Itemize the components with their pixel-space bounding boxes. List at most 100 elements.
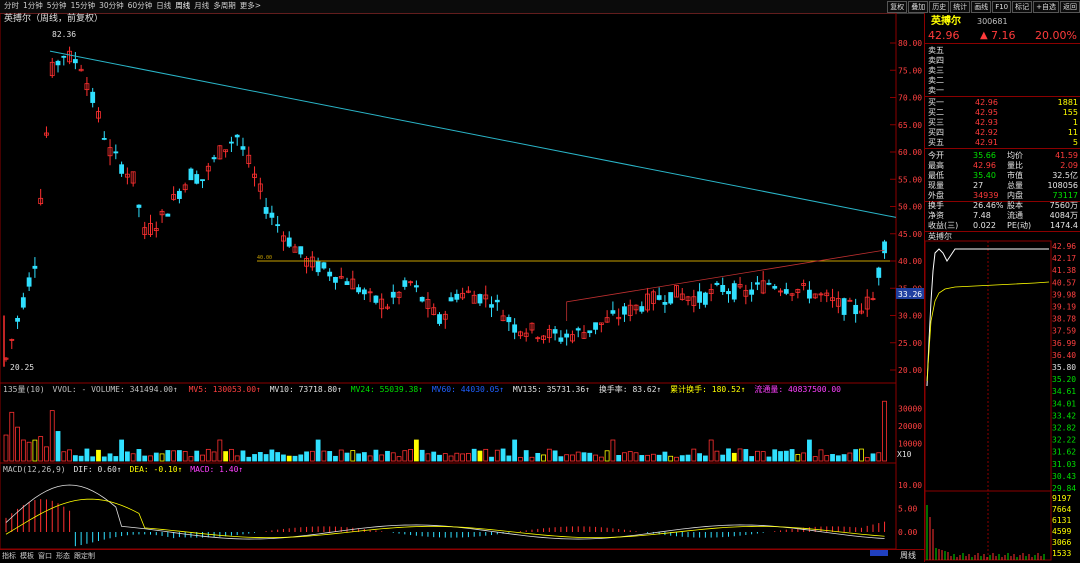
period-label[interactable]: 周线: [900, 550, 916, 562]
volume-bar: [78, 455, 84, 462]
bottom-tab-2[interactable]: 窗口: [36, 550, 54, 562]
candle-body: [211, 157, 217, 160]
volume-bar: [390, 452, 396, 462]
candle-body: [807, 289, 812, 299]
quote-price-row: 42.96 ▲ 7.16 20.00%: [925, 30, 1080, 44]
toolbar-button-4[interactable]: 画线: [971, 1, 992, 13]
candle-body: [437, 314, 442, 324]
period-tab-1[interactable]: 1分钟: [21, 0, 45, 12]
candle-body: [454, 293, 460, 300]
period-tab-4[interactable]: 30分钟: [97, 0, 126, 12]
bottom-tab-4[interactable]: 跟定制: [72, 550, 97, 562]
candle-body: [702, 292, 708, 305]
current-price-tag: 33.26: [898, 290, 922, 299]
period-tab-0[interactable]: 分时: [2, 0, 21, 12]
volume-bar: [870, 453, 876, 462]
volume-ma24: MV24: 55039.38↑: [351, 385, 423, 394]
mini-axis-label: 30.43: [1052, 472, 1076, 481]
mini-axis-label: 37.59: [1052, 327, 1076, 336]
volume-bar: [778, 451, 783, 462]
volume-bar: [9, 411, 15, 462]
candle-body: [26, 277, 32, 287]
volume-bar: [281, 454, 286, 462]
volume-bar: [801, 452, 807, 462]
period-tab-3[interactable]: 15分钟: [69, 0, 98, 12]
mini-axis-label: 38.78: [1052, 315, 1076, 324]
toolbar-button-5[interactable]: F10: [992, 1, 1012, 13]
dif-line: [5, 484, 885, 540]
candle-body: [506, 317, 512, 323]
volume-bar: [223, 451, 229, 462]
toolbar-button-3[interactable]: 统计: [950, 1, 971, 13]
candle-body: [402, 280, 408, 287]
volume-bar: [708, 439, 714, 462]
candle-body: [321, 262, 327, 269]
y-axis-label: 70.00: [898, 94, 922, 103]
volume-bar: [344, 452, 350, 462]
y-axis-label: 60.00: [898, 148, 922, 157]
candle-body: [119, 164, 124, 174]
volume-bar: [26, 441, 32, 462]
volume-float: 流通量: 40837500.00: [754, 384, 841, 394]
candle-body: [656, 295, 662, 300]
volume-bar: [159, 453, 165, 462]
toolbar-button-7[interactable]: +自选: [1033, 1, 1059, 13]
volume-bar: [685, 454, 691, 462]
volume-bar: [113, 456, 119, 462]
volume-bar: [876, 452, 882, 462]
volume-unit: X10: [897, 450, 912, 459]
mini-vol-axis-label: 7664: [1052, 505, 1071, 514]
candle-body: [20, 297, 26, 308]
volume-bar: [807, 439, 812, 462]
volume-bar: [419, 449, 425, 462]
candle-body: [113, 151, 119, 154]
volume-bar: [749, 456, 755, 462]
volume-bar: [650, 453, 656, 462]
toolbar-button-1[interactable]: 叠加: [908, 1, 929, 13]
intraday-mini-chart[interactable]: 英搏尔 42.96 42.17 41.38 40.57 39.98 39.19 38.78 3…: [925, 231, 1080, 562]
stat-label: 收益(三): [928, 221, 959, 230]
candle-body: [298, 246, 304, 255]
candle-body: [32, 265, 38, 269]
candle-body: [55, 60, 61, 66]
y-axis-label: 20.00: [898, 366, 922, 375]
candle-body: [622, 306, 627, 315]
volume-bar: [552, 450, 558, 462]
period-tab-5[interactable]: 60分钟: [126, 0, 155, 12]
period-tab-10[interactable]: 更多>: [238, 0, 263, 12]
bottom-tab-1[interactable]: 模板: [18, 550, 36, 562]
volume-bar: [593, 454, 598, 462]
volume-bars: 30000 20000 10000: [3, 400, 922, 462]
macd-value: MACD: 1.40↑: [190, 465, 243, 474]
volume-bar: [171, 450, 177, 462]
y-axis-label: 45.00: [898, 230, 922, 239]
toolbar-button-8[interactable]: 返回: [1060, 1, 1080, 13]
volume-bar: [321, 450, 327, 462]
period-tab-8[interactable]: 月线: [192, 0, 211, 12]
candle-body: [668, 292, 674, 304]
volume-bar: [402, 450, 408, 462]
period-tab-2[interactable]: 5分钟: [45, 0, 69, 12]
volume-bar: [714, 450, 720, 462]
bottom-tab-0[interactable]: 指标: [0, 550, 18, 562]
period-tab-7[interactable]: 周线: [173, 0, 192, 12]
period-tab-6[interactable]: 日线: [154, 0, 173, 12]
stock-name: 英搏尔: [931, 16, 961, 27]
toolbar-button-2[interactable]: 历史: [929, 1, 950, 13]
volume-bar: [350, 450, 356, 462]
candle-body: [726, 291, 731, 295]
candle-body: [356, 287, 361, 293]
kline-chart[interactable]: 80.00 75.00 70.00 65.00 60.00 55.00 50.00 45.00…: [0, 13, 924, 549]
volume-bar: [101, 456, 107, 462]
bottom-tab-3[interactable]: 形态: [54, 550, 72, 562]
candle-body: [697, 291, 702, 303]
volume-cum-turnover: 累计换手: 180.52↑: [670, 384, 745, 394]
up-arrow-icon: ▲: [980, 30, 988, 41]
candle-body: [315, 260, 321, 273]
bid-row: 买五 42.91 5: [925, 137, 1080, 149]
volume-bar: [379, 454, 385, 462]
volume-bar: [442, 453, 448, 462]
toolbar-button-6[interactable]: 标记: [1012, 1, 1033, 13]
toolbar-button-0[interactable]: 复权: [887, 1, 908, 13]
period-tab-9[interactable]: 多周期: [211, 0, 238, 12]
